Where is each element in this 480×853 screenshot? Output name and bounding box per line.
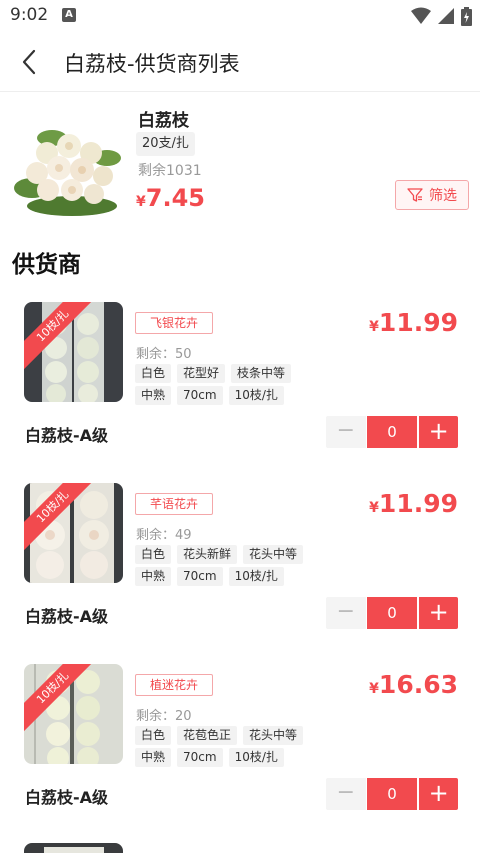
increase-button[interactable]: +	[419, 597, 458, 629]
attribute-row: 白色 花头新鲜 花头中等	[135, 545, 304, 564]
product-price-value: 7.45	[145, 184, 205, 212]
quantity-input[interactable]: 0	[366, 416, 418, 448]
supplier-card[interactable]: 10枝/扎 飞银花卉 剩余：50 白色 花型好 枝条中等 中熟 70cm 10枝…	[0, 302, 480, 482]
status-icons	[411, 6, 472, 26]
increase-button[interactable]: +	[419, 778, 458, 810]
product-spec-chip: 20支/扎	[136, 132, 195, 156]
attribute-chip: 70cm	[177, 386, 223, 405]
currency-symbol: ¥	[136, 194, 146, 210]
attribute-chip: 花型好	[177, 364, 226, 383]
filter-button[interactable]: 筛选	[395, 180, 469, 210]
decrease-button[interactable]: −	[326, 416, 366, 448]
supplier-price-value: 11.99	[378, 308, 458, 337]
supplier-stock: 剩余：50	[136, 347, 192, 362]
quantity-stepper: − 0 +	[326, 597, 458, 629]
status-bar: 9:02 A	[0, 0, 480, 32]
section-title: 供货商	[12, 252, 81, 278]
quantity-input[interactable]: 0	[366, 778, 418, 810]
increase-button[interactable]: +	[419, 416, 458, 448]
status-time: 9:02	[10, 5, 49, 25]
back-button[interactable]	[14, 46, 46, 78]
supplier-card[interactable]: 10枝/扎 芊语花卉 剩余：49 白色 花头新鲜 花头中等 中熟 70cm 10…	[0, 483, 480, 663]
product-summary: 白荔枝 20支/扎 剩余1031 ¥7.45 筛选	[0, 92, 480, 228]
attribute-chip: 中熟	[135, 748, 172, 767]
supplier-name-tag[interactable]: 芊语花卉	[135, 493, 214, 515]
attribute-chip: 70cm	[177, 567, 223, 586]
product-stock: 剩余1031	[138, 163, 202, 179]
supplier-item-name: 白荔枝-A级	[25, 788, 109, 807]
attribute-row: 中熟 70cm 10枝/扎	[135, 567, 284, 586]
attribute-chip: 10枝/扎	[228, 567, 284, 586]
supplier-price: ¥11.99	[369, 489, 458, 518]
filter-label: 筛选	[429, 188, 457, 204]
quantity-stepper: − 0 +	[326, 416, 458, 448]
attribute-chip: 70cm	[177, 748, 223, 767]
product-price: ¥7.45	[136, 184, 205, 212]
attribute-chip: 中熟	[135, 386, 172, 405]
attribute-chip: 10枝/扎	[228, 386, 284, 405]
attribute-chip: 中熟	[135, 567, 172, 586]
product-name: 白荔枝	[138, 111, 189, 131]
supplier-stock: 剩余：49	[136, 528, 192, 543]
quantity-input[interactable]: 0	[366, 597, 418, 629]
supplier-product-image	[24, 843, 123, 853]
filter-icon	[407, 188, 423, 202]
currency-symbol: ¥	[369, 681, 379, 697]
app-header: 白荔枝-供货商列表	[0, 32, 480, 92]
attribute-row: 白色 花型好 枝条中等	[135, 364, 292, 383]
attribute-chip: 10枝/扎	[228, 748, 284, 767]
quantity-stepper: − 0 +	[326, 778, 458, 810]
supplier-price-value: 16.63	[378, 670, 458, 699]
attribute-chip: 枝条中等	[231, 364, 292, 383]
supplier-item-name: 白荔枝-A级	[25, 607, 109, 626]
decrease-button[interactable]: −	[326, 778, 366, 810]
attribute-chip: 花头中等	[243, 726, 304, 745]
attribute-chip: 花苞色正	[177, 726, 238, 745]
supplier-stock: 剩余：20	[136, 709, 192, 724]
notification-icon: A	[62, 8, 76, 22]
wifi-icon	[411, 7, 431, 24]
attribute-chip: 花头中等	[243, 545, 304, 564]
currency-symbol: ¥	[369, 500, 379, 516]
supplier-product-image: 10枝/扎	[24, 664, 123, 764]
supplier-product-image: 10枝/扎	[24, 483, 123, 583]
attribute-chip: 花头新鲜	[177, 545, 238, 564]
attribute-row: 中熟 70cm 10枝/扎	[135, 386, 284, 405]
supplier-name-tag[interactable]: 飞银花卉	[135, 312, 214, 334]
attribute-chip: 白色	[135, 726, 172, 745]
supplier-price: ¥11.99	[369, 308, 458, 337]
attribute-chip: 白色	[135, 364, 172, 383]
supplier-price-value: 11.99	[378, 489, 458, 518]
attribute-row: 中熟 70cm 10枝/扎	[135, 748, 284, 767]
currency-symbol: ¥	[369, 319, 379, 335]
battery-icon	[461, 6, 472, 26]
supplier-price: ¥16.63	[369, 670, 458, 699]
supplier-product-image: 10枝/扎	[24, 302, 123, 402]
product-image	[12, 108, 122, 218]
page-title: 白荔枝-供货商列表	[64, 52, 240, 76]
attribute-row: 白色 花苞色正 花头中等	[135, 726, 304, 745]
back-arrow-icon	[22, 49, 36, 75]
decrease-button[interactable]: −	[326, 597, 366, 629]
supplier-item-name: 白荔枝-A级	[25, 426, 109, 445]
attribute-chip: 白色	[135, 545, 172, 564]
supplier-card[interactable]: 10枝/扎 植迷花卉 剩余：20 白色 花苞色正 花头中等 中熟 70cm 10…	[0, 664, 480, 844]
supplier-name-tag[interactable]: 植迷花卉	[135, 674, 214, 696]
signal-icon	[438, 8, 454, 24]
